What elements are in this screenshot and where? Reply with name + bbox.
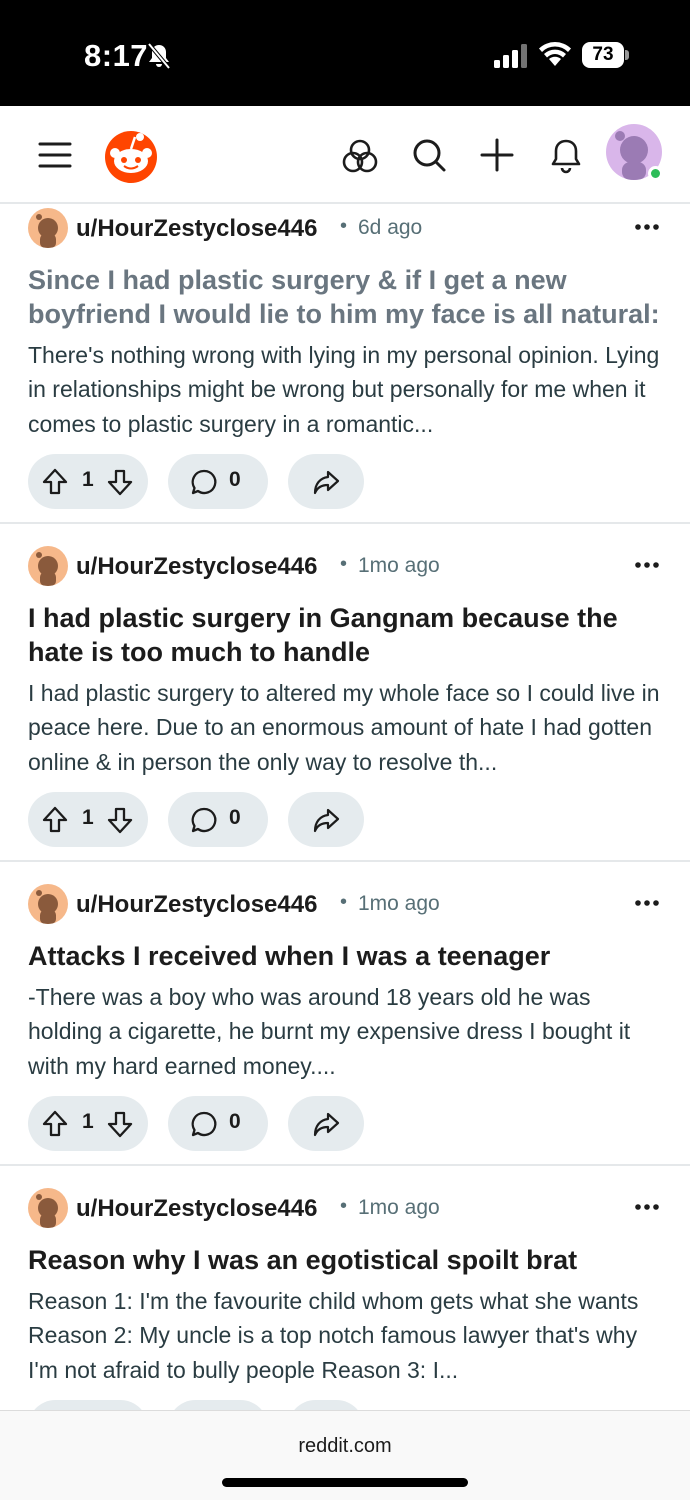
vote-control: 1 — [28, 792, 148, 847]
bell-icon[interactable] — [547, 136, 585, 174]
post-actions — [28, 1400, 428, 1410]
comments-button[interactable]: 0 — [168, 1096, 268, 1151]
cellular-signal-icon — [494, 44, 527, 68]
comment-icon — [191, 807, 217, 833]
comments-button[interactable]: 0 — [168, 454, 268, 509]
post-meta: u/HourZestyclose446 • 1mo ago — [28, 1188, 668, 1230]
downvote-icon[interactable] — [106, 806, 134, 835]
meta-separator: • — [340, 215, 348, 237]
post-card[interactable]: u/HourZestyclose446 • 1mo ago Reason why… — [0, 1166, 690, 1410]
share-icon — [313, 808, 340, 833]
post-meta: u/HourZestyclose446 • 1mo ago — [28, 546, 668, 588]
hamburger-menu-icon[interactable] — [36, 136, 74, 174]
downvote-icon[interactable] — [106, 468, 134, 497]
post-title[interactable]: Reason why I was an egotistical spoilt b… — [28, 1243, 668, 1277]
meta-separator: • — [340, 553, 348, 575]
search-icon[interactable] — [410, 136, 448, 174]
share-button[interactable] — [288, 1096, 364, 1151]
post-title[interactable]: Since I had plastic surgery & if I get a… — [28, 263, 668, 331]
explore-icon[interactable] — [341, 137, 379, 175]
post-timestamp: 1mo ago — [358, 892, 440, 915]
user-avatar-icon[interactable] — [28, 208, 68, 248]
post-body-preview: -There was a boy who was around 18 years… — [28, 984, 631, 1079]
share-button[interactable] — [288, 1400, 364, 1410]
upvote-icon[interactable] — [41, 1109, 69, 1138]
post-actions: 1 0 — [28, 454, 428, 509]
comment-icon — [191, 469, 217, 495]
meta-separator: • — [340, 1195, 348, 1217]
more-options-icon[interactable] — [632, 1192, 662, 1222]
comment-icon — [191, 1111, 217, 1137]
post-body-preview: There's nothing wrong with lying in my p… — [28, 342, 660, 437]
post-feed: u/HourZestyclose446 • 6d ago Since I had… — [0, 204, 690, 1410]
comments-button[interactable] — [168, 1400, 268, 1410]
post-username[interactable]: u/HourZestyclose446 — [76, 215, 317, 243]
post-card[interactable]: u/HourZestyclose446 • 1mo ago I had plas… — [0, 524, 690, 862]
url-domain[interactable]: reddit.com — [0, 1435, 690, 1458]
vote-count: 1 — [82, 806, 94, 829]
reddit-logo-icon[interactable] — [102, 126, 160, 184]
browser-bottom-bar: reddit.com — [0, 1410, 690, 1500]
comments-button[interactable]: 0 — [168, 792, 268, 847]
post-body-preview: Reason 1: I'm the favourite child whom g… — [28, 1288, 639, 1383]
share-icon — [313, 1112, 340, 1137]
user-avatar-icon[interactable] — [28, 884, 68, 924]
more-options-icon[interactable] — [632, 888, 662, 918]
meta-separator: • — [340, 891, 348, 913]
more-options-icon[interactable] — [632, 550, 662, 580]
more-options-icon[interactable] — [632, 212, 662, 242]
vote-control[interactable] — [28, 1400, 148, 1410]
vote-count: 1 — [82, 468, 94, 491]
home-indicator[interactable] — [222, 1478, 468, 1487]
post-username[interactable]: u/HourZestyclose446 — [76, 553, 317, 581]
status-bar: 8:17 73 — [0, 0, 690, 106]
user-avatar[interactable] — [606, 124, 664, 182]
post-title[interactable]: I had plastic surgery in Gangnam because… — [28, 601, 668, 669]
post-actions: 1 0 — [28, 792, 428, 847]
post-meta: u/HourZestyclose446 • 6d ago — [28, 208, 668, 250]
downvote-icon[interactable] — [106, 1110, 134, 1139]
bell-muted-icon — [147, 42, 171, 70]
post-timestamp: 1mo ago — [358, 1196, 440, 1219]
post-timestamp: 6d ago — [358, 216, 423, 239]
share-icon — [313, 470, 340, 495]
vote-count: 1 — [82, 1110, 94, 1133]
post-card[interactable]: u/HourZestyclose446 • 1mo ago Attacks I … — [0, 862, 690, 1166]
share-button[interactable] — [288, 792, 364, 847]
post-username[interactable]: u/HourZestyclose446 — [76, 891, 317, 919]
wifi-icon — [539, 42, 571, 66]
comment-count: 0 — [229, 1110, 241, 1133]
online-status-dot — [648, 166, 663, 181]
user-avatar-icon[interactable] — [28, 1188, 68, 1228]
post-meta: u/HourZestyclose446 • 1mo ago — [28, 884, 668, 926]
post-body-preview: I had plastic surgery to altered my whol… — [28, 680, 660, 775]
plus-icon[interactable] — [478, 136, 516, 174]
post-timestamp: 1mo ago — [358, 554, 440, 577]
post-username[interactable]: u/HourZestyclose446 — [76, 1195, 317, 1223]
status-time: 8:17 — [84, 38, 149, 73]
user-avatar-icon[interactable] — [28, 546, 68, 586]
comment-count: 0 — [229, 468, 241, 491]
upvote-icon[interactable] — [41, 805, 69, 834]
app-header — [0, 106, 690, 204]
battery-indicator: 73 — [582, 42, 629, 68]
vote-control: 1 — [28, 454, 148, 509]
share-button[interactable] — [288, 454, 364, 509]
comment-count: 0 — [229, 806, 241, 829]
post-title[interactable]: Attacks I received when I was a teenager — [28, 939, 668, 973]
post-actions: 1 0 — [28, 1096, 428, 1151]
upvote-icon[interactable] — [41, 467, 69, 496]
post-card[interactable]: u/HourZestyclose446 • 6d ago Since I had… — [0, 204, 690, 524]
vote-control: 1 — [28, 1096, 148, 1151]
battery-level: 73 — [582, 42, 624, 68]
